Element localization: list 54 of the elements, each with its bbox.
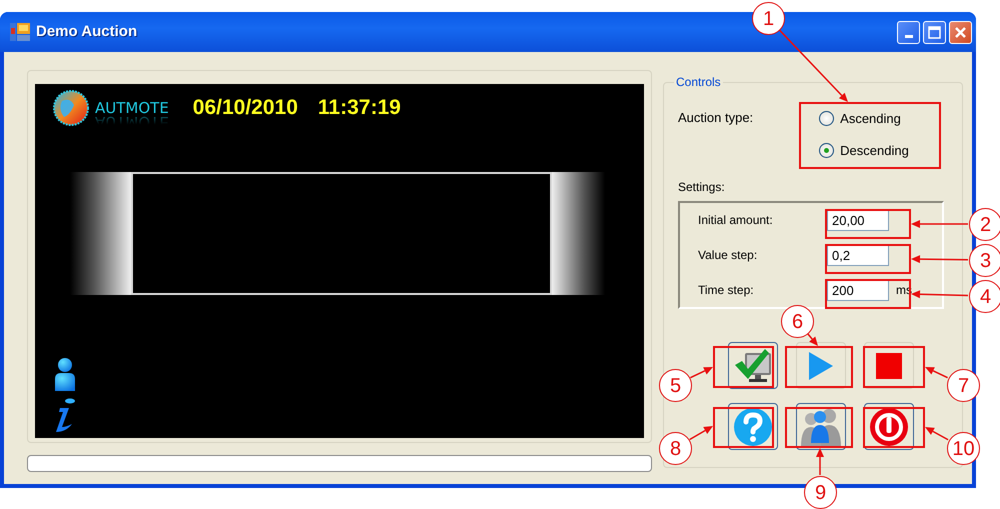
group-title: Controls — [675, 76, 722, 88]
callout-number: 3 — [969, 244, 1000, 277]
callout-number: 9 — [804, 476, 837, 509]
callout-arrow — [925, 427, 948, 440]
radio-label[interactable]: Descending — [840, 140, 909, 160]
callout-arrow — [925, 367, 948, 378]
callout-number: 1 — [752, 2, 785, 35]
callout-arrow — [911, 290, 968, 298]
close-button[interactable] — [949, 20, 972, 44]
power-icon — [869, 406, 909, 446]
monitor-check-icon — [733, 346, 773, 384]
callout-arrow — [911, 220, 968, 228]
input-field[interactable]: 200 — [827, 279, 889, 301]
date-text: 06/10/2010 — [192, 95, 298, 122]
radio-button[interactable] — [819, 111, 834, 126]
maximize-icon — [928, 26, 941, 38]
play-icon — [807, 350, 835, 380]
highlight-frame — [785, 407, 853, 448]
maximize-button[interactable] — [923, 20, 946, 44]
help-icon — [733, 406, 773, 446]
stop-icon — [876, 352, 902, 378]
highlight-frame — [713, 346, 774, 388]
highlight-frame — [863, 407, 925, 448]
highlight-frame — [785, 346, 853, 388]
settings-label: Settings: — [678, 179, 726, 196]
callout-number: 4 — [969, 280, 1000, 313]
users-icon — [799, 406, 843, 446]
field-label: Time step: — [698, 282, 755, 299]
callout-arrow — [816, 448, 824, 475]
minimize-button[interactable] — [897, 20, 920, 44]
input-field[interactable]: 0,2 — [827, 244, 889, 266]
auction-type-label: Auction type: — [678, 109, 754, 127]
callout-arrow — [689, 426, 713, 440]
callout-number: 2 — [969, 208, 1000, 241]
person-icon[interactable] — [52, 357, 78, 393]
callout-arrow — [807, 334, 818, 346]
time-text: 11:37:19 — [318, 95, 401, 122]
radio-button[interactable] — [819, 142, 834, 158]
field-label: Value step: — [698, 247, 758, 264]
logo-text: AUTMOTE — [95, 100, 169, 116]
users-button[interactable] — [796, 403, 846, 450]
callout-arrow — [911, 255, 968, 264]
field-label: Initial amount: — [698, 212, 774, 229]
app-icon — [10, 23, 30, 41]
highlight-frame — [713, 407, 774, 448]
close-icon — [954, 26, 967, 38]
input-field[interactable]: 20,00 — [827, 209, 889, 231]
window-title: Demo Auction — [36, 22, 138, 42]
radio-label[interactable]: Ascending — [840, 109, 901, 128]
highlight-frame — [863, 346, 925, 388]
globe-logo-icon — [52, 89, 90, 127]
callout-arrow — [690, 367, 713, 378]
minimize-icon — [904, 35, 912, 38]
power-button[interactable] — [864, 403, 914, 450]
